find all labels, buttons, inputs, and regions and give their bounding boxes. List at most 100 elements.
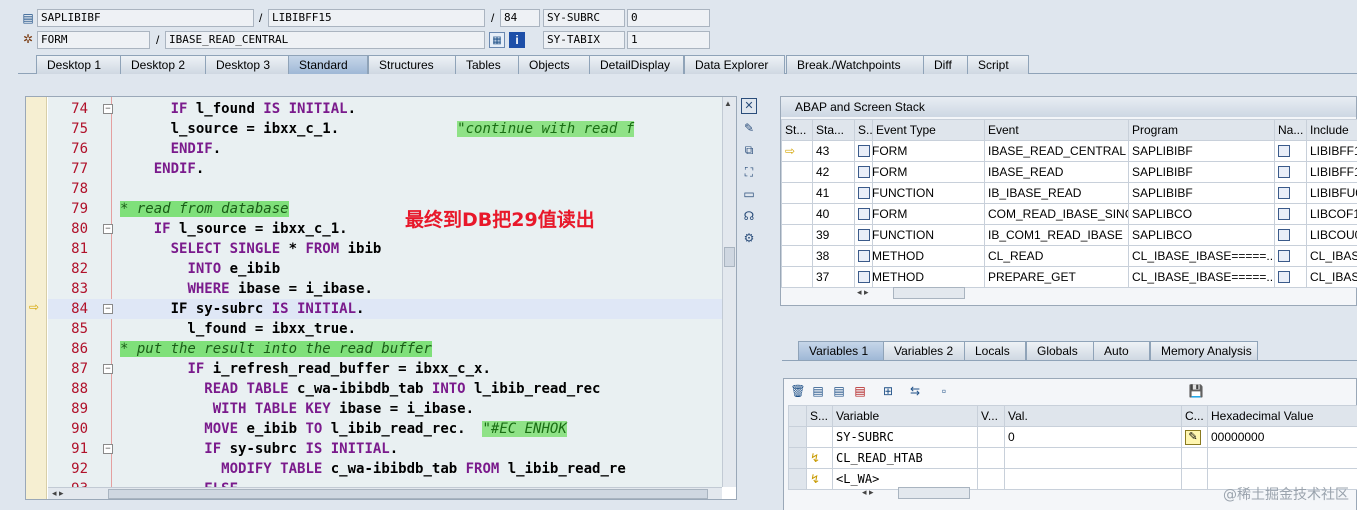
code-line[interactable]: 80 − IF l_source = ibxx_c_1.: [48, 219, 722, 239]
tab-structures[interactable]: Structures: [368, 55, 456, 74]
variable-name[interactable]: SY-SUBRC: [832, 426, 978, 448]
column-header[interactable]: C...: [1181, 405, 1208, 427]
close-icon[interactable]: ✕: [741, 98, 757, 114]
stack-row[interactable]: 38 METHOD CL_READ CL_IBASE_IBASE=====... CL_…: [781, 245, 1357, 267]
code-line[interactable]: 85 l_found = ibxx_true.: [48, 319, 722, 339]
column-header[interactable]: Val.: [1004, 405, 1182, 427]
headset-icon[interactable]: ☊: [741, 208, 757, 224]
editor-vertical-scrollbar[interactable]: ▲: [722, 97, 736, 487]
event-type-field[interactable]: FORM: [37, 31, 150, 49]
column-header[interactable]: Sta...: [812, 119, 855, 141]
code-line[interactable]: 84 − IF sy-subrc IS INITIAL.: [48, 299, 722, 319]
tab-memory-analysis[interactable]: Memory Analysis: [1150, 341, 1258, 360]
navigate-icon[interactable]: [1274, 182, 1307, 204]
line-field[interactable]: 84: [500, 9, 540, 27]
stack-row[interactable]: 39 FUNCTION IB_COM1_READ_IBASE SAPLIBCO LIBC…: [781, 224, 1357, 246]
save-icon[interactable]: ▤: [852, 383, 868, 399]
navigate-icon[interactable]: [1274, 161, 1307, 183]
code-line[interactable]: 87 − IF i_refresh_read_buffer = ibxx_c_x.: [48, 359, 722, 379]
sysubrc-value[interactable]: 0: [627, 9, 710, 27]
stack-row[interactable]: 40 FORM COM_READ_IBASE_SING... SAPLIBCO LIBC…: [781, 203, 1357, 225]
tab-desktop-3[interactable]: Desktop 3: [205, 55, 291, 74]
navigate-icon[interactable]: [1274, 245, 1307, 267]
tab-auto[interactable]: Auto: [1093, 341, 1150, 360]
column-header[interactable]: Include: [1306, 119, 1357, 141]
program-field[interactable]: SAPLIBIBF: [37, 9, 254, 27]
code-line[interactable]: 74 − IF l_found IS INITIAL.: [48, 99, 722, 119]
column-header[interactable]: Na...: [1274, 119, 1307, 141]
variable-row[interactable]: ↯ CL_READ_HTAB: [788, 447, 1357, 469]
column-header[interactable]: V...: [977, 405, 1005, 427]
new-icon[interactable]: ✎: [741, 120, 757, 136]
column-header[interactable]: Hexadecimal Value: [1207, 405, 1357, 427]
navigate-icon[interactable]: [1274, 266, 1307, 288]
row-selector[interactable]: [788, 447, 807, 469]
tab-detaildisplay[interactable]: DetailDisplay: [589, 55, 684, 74]
code-line[interactable]: 82 INTO e_ibib: [48, 259, 722, 279]
code-line[interactable]: 78: [48, 179, 722, 199]
tab-globals[interactable]: Globals: [1026, 341, 1094, 360]
code-line[interactable]: 76 ENDIF.: [48, 139, 722, 159]
save-icon[interactable]: ▤: [810, 383, 826, 399]
column-header[interactable]: Event: [984, 119, 1129, 141]
code-line[interactable]: 79 * read from database: [48, 199, 722, 219]
code-line[interactable]: 81 SELECT SINGLE * FROM ibib: [48, 239, 722, 259]
event-field[interactable]: IBASE_READ_CENTRAL: [165, 31, 485, 49]
stack-row[interactable]: ⇨ 43 FORM IBASE_READ_CENTRAL SAPLIBIBF LIBIBF…: [781, 140, 1357, 162]
scroll-thumb[interactable]: [724, 247, 735, 267]
code-line[interactable]: 92 MODIFY TABLE c_wa-ibibdb_tab FROM l_i…: [48, 459, 722, 479]
stack-row[interactable]: 37 METHOD PREPARE_GET CL_IBASE_IBASE=====..…: [781, 266, 1357, 288]
column-header[interactable]: S...: [854, 119, 873, 141]
fold-toggle-icon[interactable]: −: [103, 304, 113, 314]
sytabix-value[interactable]: 1: [627, 31, 710, 49]
zoom-icon[interactable]: ⛶: [741, 164, 757, 180]
copy-icon[interactable]: ⧉: [741, 142, 757, 158]
save-icon[interactable]: ▤: [831, 383, 847, 399]
column-header[interactable]: S...: [806, 405, 833, 427]
navigate-icon[interactable]: [1274, 203, 1307, 225]
info-icon[interactable]: i: [509, 32, 525, 48]
navigate-icon[interactable]: [1274, 224, 1307, 246]
save-icon[interactable]: 💾: [1188, 383, 1204, 399]
document-icon[interactable]: ▦: [489, 32, 505, 48]
tab-desktop-2[interactable]: Desktop 2: [120, 55, 206, 74]
editor-horizontal-scrollbar[interactable]: ◂ ▸: [48, 487, 722, 499]
variable-value[interactable]: 0: [1004, 426, 1182, 448]
tab-tables[interactable]: Tables: [455, 55, 519, 74]
code-line[interactable]: 75 l_source = ibxx_c_1. "continue with r…: [48, 119, 722, 139]
tab-standard[interactable]: Standard: [288, 55, 368, 74]
tab-breakpoints[interactable]: Break./Watchpoints: [786, 55, 924, 74]
variable-row[interactable]: SY-SUBRC 0 ✎ 00000000: [788, 426, 1357, 448]
variable-name[interactable]: CL_READ_HTAB: [832, 447, 978, 469]
tools-icon[interactable]: ⚙: [741, 230, 757, 246]
stack-row[interactable]: 42 FORMIBASE_READSAPLIBIBF LIBIBFF13: [781, 161, 1357, 183]
code-line[interactable]: 88 READ TABLE c_wa-ibibdb_tab INTO l_ibi…: [48, 379, 722, 399]
tab-variables-2[interactable]: Variables 2: [883, 341, 965, 360]
code-line[interactable]: 90 MOVE e_ibib TO l_ibib_read_rec. "#EC …: [48, 419, 722, 439]
change-icon[interactable]: ✎: [1181, 426, 1208, 448]
arrow-right-icon[interactable]: ⇆: [907, 383, 923, 399]
column-header[interactable]: St...: [781, 119, 813, 141]
tab-script[interactable]: Script: [967, 55, 1029, 74]
column-header[interactable]: Variable: [832, 405, 978, 427]
delete-icon[interactable]: 🗑: [790, 383, 806, 399]
folder-icon[interactable]: ▫: [936, 383, 952, 399]
include-field[interactable]: LIBIBFF15: [268, 9, 485, 27]
change-icon[interactable]: [1181, 468, 1208, 490]
window-icon[interactable]: ▭: [741, 186, 757, 202]
tab-variables-1[interactable]: Variables 1: [798, 341, 884, 360]
column-header[interactable]: Event Type: [872, 119, 985, 141]
code-line[interactable]: 83 WHERE ibase = i_ibase.: [48, 279, 722, 299]
stack-horizontal-scrollbar[interactable]: ◂ ▸: [857, 287, 977, 299]
fold-toggle-icon[interactable]: −: [103, 104, 113, 114]
change-icon[interactable]: [1181, 447, 1208, 469]
source-code-editor[interactable]: ⇨ 74 − IF l_found IS INITIAL. 75 l_source …: [25, 96, 737, 500]
stack-row[interactable]: 41 FUNCTIONIB_IBASE_READSAPLIBIBF LIBIBFU0…: [781, 182, 1357, 204]
code-line[interactable]: 91 − IF sy-subrc IS INITIAL.: [48, 439, 722, 459]
fold-toggle-icon[interactable]: −: [103, 224, 113, 234]
variable-value[interactable]: [1004, 468, 1182, 490]
tab-objects[interactable]: Objects: [518, 55, 590, 74]
code-line[interactable]: 89 WITH TABLE KEY ibase = i_ibase.: [48, 399, 722, 419]
code-line[interactable]: 86 * put the result into the read buffer: [48, 339, 722, 359]
tab-locals[interactable]: Locals: [964, 341, 1026, 360]
